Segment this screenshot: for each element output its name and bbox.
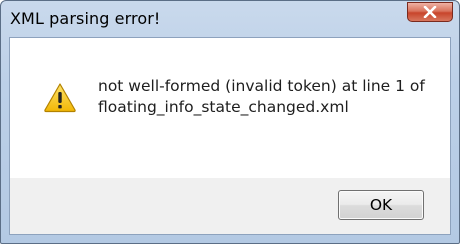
- dialog-client-area: not well-formed (invalid token) at line …: [9, 37, 451, 235]
- warning-icon: [43, 82, 77, 117]
- close-icon: [423, 6, 437, 18]
- title-bar[interactable]: XML parsing error!: [1, 1, 459, 37]
- window-title: XML parsing error!: [10, 9, 161, 28]
- message-area: not well-formed (invalid token) at line …: [10, 38, 450, 178]
- error-message-line-2: floating_info_state_changed.xml: [98, 98, 349, 116]
- ok-button[interactable]: OK: [338, 190, 424, 220]
- error-message: not well-formed (invalid token) at line …: [98, 76, 438, 118]
- close-button[interactable]: [407, 2, 453, 22]
- dialog-window: XML parsing error! not well-formed (inva…: [0, 0, 460, 244]
- error-message-line-1: not well-formed (invalid token) at line …: [98, 77, 425, 95]
